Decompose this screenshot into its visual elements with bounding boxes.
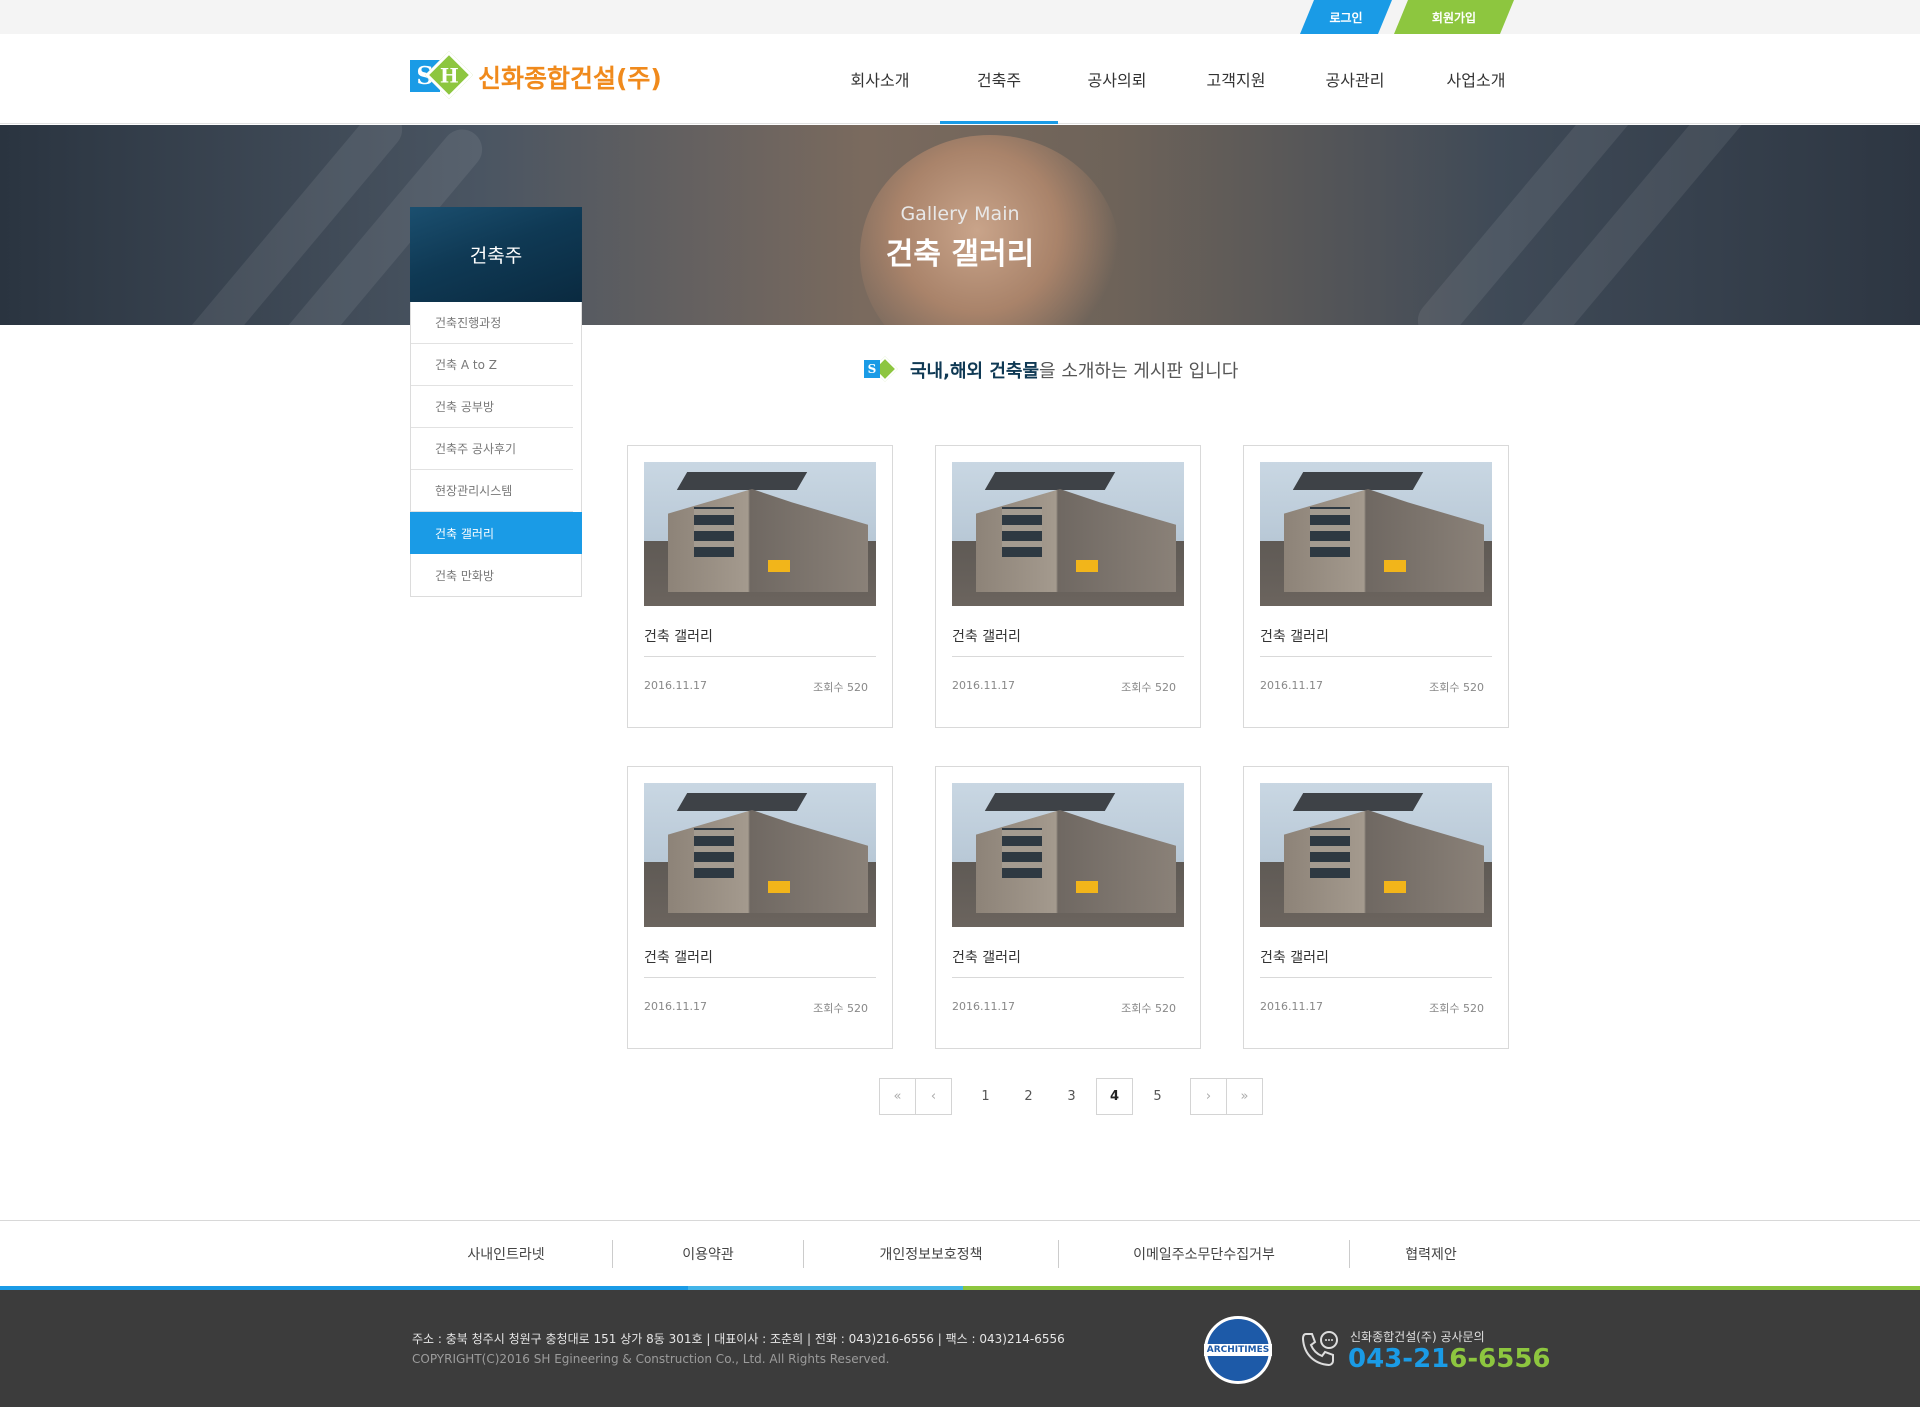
site-logo[interactable]: S H 신화종합건설(주)	[410, 50, 662, 100]
sidebar-item-a-to-z[interactable]: 건축 A to Z	[411, 344, 573, 386]
card-date: 2016.11.17	[1260, 679, 1323, 692]
sidebar-item-site-system[interactable]: 현장관리시스템	[411, 470, 573, 512]
page-5[interactable]: 5	[1136, 1078, 1179, 1115]
card-views: 조회수 520	[1121, 681, 1176, 694]
cs-label: 신화종합건설(주) 공사문의	[1350, 1330, 1485, 1344]
architimes-badge-icon: ARCHITIMES	[1203, 1316, 1273, 1384]
nav-company[interactable]: 회사소개	[820, 34, 940, 124]
card-views: 조회수 520	[1429, 681, 1484, 694]
join-link[interactable]: 회원가입	[1394, 0, 1514, 34]
footer: 주소 : 충북 청주시 청원구 충청대로 151 상가 8동 301호 | 대표…	[0, 1290, 1920, 1407]
building-thumbnail[interactable]	[952, 783, 1184, 927]
card-title[interactable]: 건축 갤러리	[1260, 626, 1492, 657]
card-title[interactable]: 건축 갤러리	[952, 626, 1184, 657]
sidebar-list: 건축진행과정 건축 A to Z 건축 공부방 건축주 공사후기 현장관리시스템…	[410, 302, 582, 597]
intro-strong: 국내,해외 건축물	[910, 361, 1040, 382]
company-address: 주소 : 충북 청주시 청원구 충청대로 151 상가 8동 301호 | 대표…	[412, 1332, 1065, 1346]
logo-mini-icon: S	[864, 356, 898, 382]
footer-link-privacy[interactable]: 개인정보보호정책	[804, 1221, 1058, 1287]
hero-subtitle: Gallery Main	[900, 203, 1020, 225]
sidebar-item-study[interactable]: 건축 공부방	[411, 386, 573, 428]
card-views: 조회수 520	[1429, 1002, 1484, 1015]
gallery-card[interactable]: 건축 갤러리 2016.11.17 조회수 520	[1243, 445, 1509, 728]
page-2[interactable]: 2	[1007, 1078, 1050, 1115]
gallery-card[interactable]: 건축 갤러리 2016.11.17 조회수 520	[935, 766, 1201, 1049]
hero-title: 건축 갤러리	[885, 237, 1035, 272]
building-thumbnail[interactable]	[1260, 783, 1492, 927]
logo-text: 신화종합건설(주)	[478, 64, 662, 93]
footer-links: 사내인트라넷 이용약관 개인정보보호정책 이메일주소무단수집거부 협력제안	[0, 1220, 1920, 1286]
footer-link-email-policy[interactable]: 이메일주소무단수집거부	[1059, 1221, 1349, 1287]
next-page-icon[interactable]: ›	[1190, 1078, 1227, 1115]
card-views: 조회수 520	[813, 681, 868, 694]
footer-link-intranet[interactable]: 사내인트라넷	[400, 1221, 612, 1287]
card-date: 2016.11.17	[644, 679, 707, 692]
top-utility-bar: 로그인 회원가입	[0, 0, 1920, 34]
sidebar: 건축주 건축진행과정 건축 A to Z 건축 공부방 건축주 공사후기 현장관…	[410, 207, 582, 597]
card-views: 조회수 520	[1121, 1002, 1176, 1015]
nav-owner[interactable]: 건축주	[940, 34, 1058, 124]
page-4-current[interactable]: 4	[1096, 1078, 1133, 1115]
gallery-grid: 건축 갤러리 2016.11.17 조회수 520 건축 갤러리 2016.11.…	[627, 445, 1509, 1049]
pagination: « ‹ 1 2 3 4 5 › »	[879, 1078, 1263, 1115]
page-3[interactable]: 3	[1050, 1078, 1093, 1115]
sidebar-item-reviews[interactable]: 건축주 공사후기	[411, 428, 573, 470]
sidebar-item-comics[interactable]: 건축 만화방	[411, 554, 573, 596]
sidebar-item-gallery[interactable]: 건축 갤러리	[410, 512, 582, 554]
card-date: 2016.11.17	[952, 1000, 1015, 1013]
cs-phone-number[interactable]: 043-216-6556	[1348, 1344, 1551, 1374]
card-title[interactable]: 건축 갤러리	[644, 626, 876, 657]
gallery-card[interactable]: 건축 갤러리 2016.11.17 조회수 520	[935, 445, 1201, 728]
nav-management[interactable]: 공사관리	[1296, 34, 1414, 124]
login-link[interactable]: 로그인	[1300, 0, 1392, 34]
sidebar-item-process[interactable]: 건축진행과정	[411, 302, 573, 344]
phone-icon	[1301, 1331, 1338, 1367]
card-date: 2016.11.17	[952, 679, 1015, 692]
gallery-card[interactable]: 건축 갤러리 2016.11.17 조회수 520	[1243, 766, 1509, 1049]
building-thumbnail[interactable]	[952, 462, 1184, 606]
card-title[interactable]: 건축 갤러리	[952, 947, 1184, 978]
hero-banner: Gallery Main 건축 갤러리	[0, 125, 1920, 325]
main-nav: 회사소개 건축주 공사의뢰 고객지원 공사관리 사업소개	[820, 34, 1538, 124]
card-date: 2016.11.17	[644, 1000, 707, 1013]
sidebar-title: 건축주	[410, 207, 582, 302]
gallery-card[interactable]: 건축 갤러리 2016.11.17 조회수 520	[627, 766, 893, 1049]
footer-link-terms[interactable]: 이용약관	[613, 1221, 803, 1287]
logo-mark-icon: S H	[410, 50, 474, 100]
building-thumbnail[interactable]	[1260, 462, 1492, 606]
building-thumbnail[interactable]	[644, 783, 876, 927]
intro-text: 을 소개하는 게시판 입니다	[1039, 361, 1239, 382]
nav-business[interactable]: 사업소개	[1414, 34, 1538, 124]
last-page-icon[interactable]: »	[1226, 1078, 1263, 1115]
card-views: 조회수 520	[813, 1002, 868, 1015]
card-date: 2016.11.17	[1260, 1000, 1323, 1013]
prev-page-icon[interactable]: ‹	[915, 1078, 952, 1115]
first-page-icon[interactable]: «	[879, 1078, 916, 1115]
footer-link-partnership[interactable]: 협력제안	[1350, 1221, 1512, 1287]
nav-support[interactable]: 고객지원	[1176, 34, 1296, 124]
gallery-card[interactable]: 건축 갤러리 2016.11.17 조회수 520	[627, 445, 893, 728]
board-intro: S 국내,해외 건축물 을 소개하는 게시판 입니다	[864, 356, 1239, 383]
copyright: COPYRIGHT(C)2016 SH Egineering & Constru…	[412, 1352, 890, 1366]
building-thumbnail[interactable]	[644, 462, 876, 606]
card-title[interactable]: 건축 갤러리	[1260, 947, 1492, 978]
card-title[interactable]: 건축 갤러리	[644, 947, 876, 978]
nav-request[interactable]: 공사의뢰	[1058, 34, 1176, 124]
page-1[interactable]: 1	[964, 1078, 1007, 1115]
